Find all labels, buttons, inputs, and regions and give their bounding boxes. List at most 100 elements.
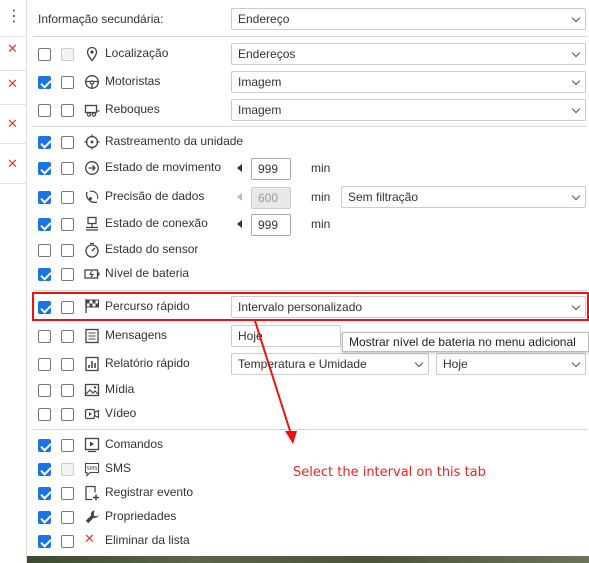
checkbox[interactable] <box>61 268 74 281</box>
row-precisao-dados: Precisão de dados 600 min Sem filtração <box>27 186 589 210</box>
checkbox[interactable] <box>38 104 51 117</box>
delete-icon[interactable]: ✕ <box>7 157 18 172</box>
messages-select[interactable]: Hoje <box>231 325 341 347</box>
chevron-down-icon <box>571 104 581 114</box>
network-icon <box>86 216 98 231</box>
select-value: Endereços <box>238 47 296 61</box>
checkbox[interactable] <box>61 244 74 257</box>
strip-divider <box>0 70 27 71</box>
row-label: Reboques <box>105 102 160 116</box>
report-type-select[interactable]: Temperatura e Umidade <box>231 353 429 375</box>
chevron-down-icon <box>571 13 581 23</box>
report-icon <box>85 356 99 372</box>
secondary-info-row: Informação secundária: Endereço <box>27 8 589 32</box>
image-icon <box>84 383 100 397</box>
messages-icon <box>85 328 99 344</box>
checkbox[interactable] <box>38 408 51 421</box>
steering-wheel-icon <box>85 75 99 89</box>
checkbox[interactable] <box>61 191 74 204</box>
row-label: Precisão de dados <box>105 189 205 203</box>
separator <box>33 36 587 37</box>
checkbox[interactable] <box>38 244 51 257</box>
checkbox[interactable] <box>38 487 51 500</box>
filter-select[interactable]: Sem filtração <box>341 186 586 208</box>
checkbox[interactable] <box>61 162 74 175</box>
drivers-select[interactable]: Imagem <box>231 71 586 93</box>
decrement-arrow-icon[interactable] <box>237 220 242 228</box>
select-value: Imagem <box>238 103 282 117</box>
checkbox[interactable] <box>61 408 74 421</box>
row-label: Nível de bateria <box>105 266 190 280</box>
row-label: Relatório rápido <box>105 356 190 370</box>
checkbox[interactable] <box>61 358 74 371</box>
checkbox[interactable] <box>61 384 74 397</box>
checkbox[interactable] <box>38 330 51 343</box>
delete-icon[interactable]: ✕ <box>7 42 18 57</box>
select-value: Temperatura e Umidade <box>238 357 367 371</box>
checkbox[interactable] <box>38 358 51 371</box>
checkbox[interactable] <box>38 384 51 397</box>
row-propriedades: Propriedades <box>27 506 589 530</box>
checkbox[interactable] <box>61 487 74 500</box>
checkbox[interactable] <box>38 463 51 476</box>
checkbox[interactable] <box>38 218 51 231</box>
checkbox[interactable] <box>61 48 74 61</box>
checkbox[interactable] <box>38 48 51 61</box>
location-select[interactable]: Endereços <box>231 43 586 65</box>
decrement-arrow-icon[interactable] <box>237 193 242 201</box>
checkbox[interactable] <box>61 76 74 89</box>
delete-icon[interactable]: ✕ <box>7 77 18 92</box>
report-period-select[interactable]: Hoje <box>436 353 586 375</box>
checkbox[interactable] <box>38 191 51 204</box>
accuracy-minutes-input[interactable]: 600 <box>251 187 291 209</box>
row-localizacao: Localização Endereços <box>27 43 589 67</box>
more-menu-icon[interactable]: ⋮ <box>6 8 22 24</box>
movement-minutes-input[interactable]: 999 <box>251 158 291 180</box>
checkbox[interactable] <box>61 511 74 524</box>
checkbox[interactable] <box>38 511 51 524</box>
row-label: Estado de movimento <box>105 160 222 174</box>
checkbox[interactable] <box>61 104 74 117</box>
checkbox[interactable] <box>38 136 51 149</box>
delete-icon[interactable]: ✕ <box>7 117 18 132</box>
checkbox[interactable] <box>61 218 74 231</box>
trailers-select[interactable]: Imagem <box>231 99 586 121</box>
map-background <box>27 556 589 563</box>
decrement-arrow-icon[interactable] <box>237 164 242 172</box>
play-command-icon <box>84 437 100 453</box>
unit-label: min <box>311 161 331 175</box>
row-label: Mensagens <box>105 328 168 342</box>
list-side-strip: ⋮ ✕ ✕ ✕ ✕ <box>0 0 27 563</box>
satellite-icon <box>86 190 99 203</box>
checkbox[interactable] <box>38 439 51 452</box>
checkbox[interactable] <box>61 136 74 149</box>
annotation-text: Select the interval on this tab <box>293 465 486 480</box>
chevron-down-icon <box>571 76 581 86</box>
row-label: Motoristas <box>105 74 161 88</box>
checkbox[interactable] <box>38 76 51 89</box>
checkbox[interactable] <box>61 535 74 548</box>
connection-minutes-input[interactable]: 999 <box>251 214 291 236</box>
row-nivel-bateria: Nível de bateria <box>27 263 589 287</box>
crosshair-icon <box>84 134 100 150</box>
checkbox[interactable] <box>38 268 51 281</box>
chevron-down-icon <box>571 191 581 201</box>
secondary-info-select[interactable]: Endereço <box>231 8 586 30</box>
row-label: Mídia <box>105 382 135 396</box>
add-event-icon <box>85 485 99 501</box>
chevron-down-icon <box>571 358 581 368</box>
row-estado-sensor: Estado do sensor <box>27 239 589 263</box>
checkbox[interactable] <box>38 535 51 548</box>
trailer-icon <box>84 104 100 117</box>
checkbox[interactable] <box>61 439 74 452</box>
strip-divider <box>0 183 27 184</box>
checkbox[interactable] <box>61 330 74 343</box>
row-comandos: Comandos <box>27 434 589 458</box>
checkbox[interactable] <box>38 162 51 175</box>
row-estado-conexao: Estado de conexão 999 min <box>27 213 589 237</box>
video-icon <box>84 408 100 420</box>
select-value: Imagem <box>238 75 282 89</box>
checkbox[interactable] <box>61 463 74 476</box>
row-label: Eliminar da lista <box>105 533 190 547</box>
arrow-circle-icon <box>85 161 99 175</box>
